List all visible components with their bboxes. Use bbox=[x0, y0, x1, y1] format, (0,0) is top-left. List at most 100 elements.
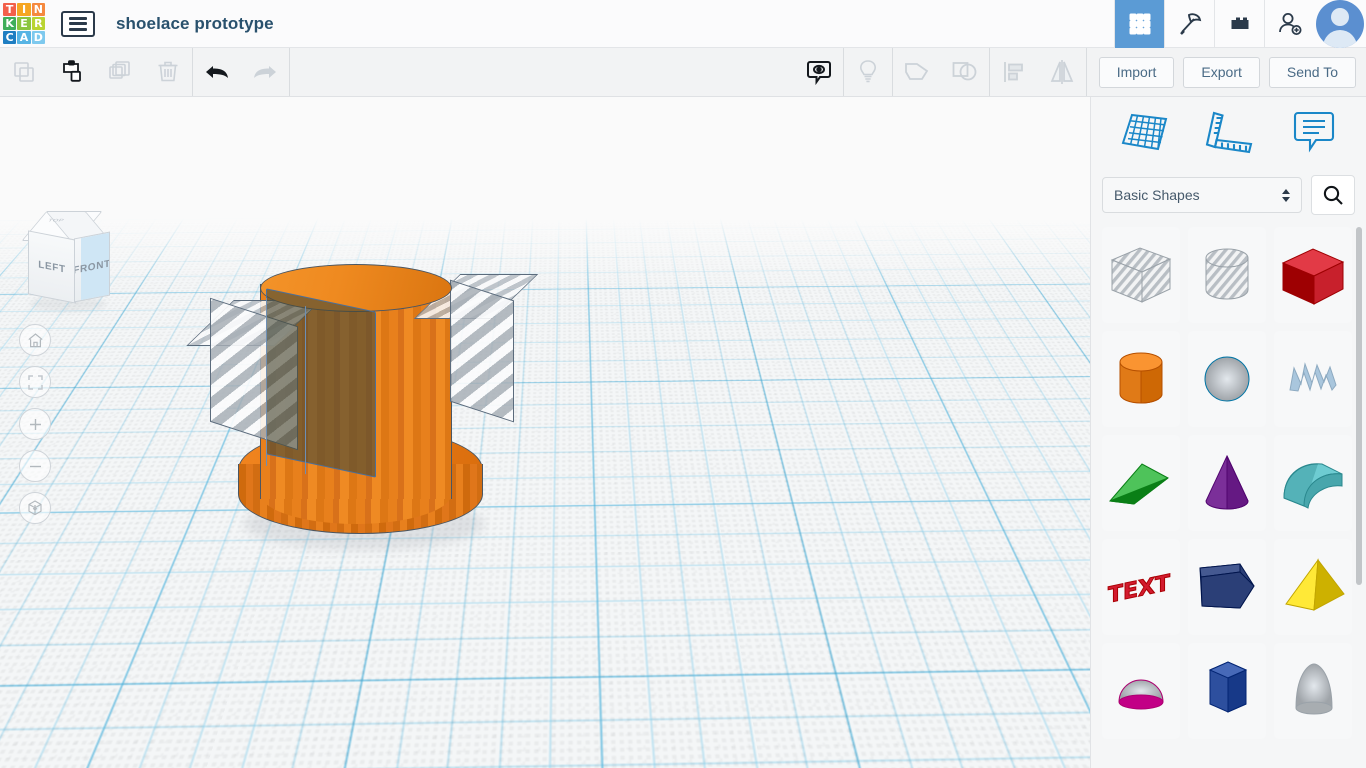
view-cube-face-left[interactable]: LEFT bbox=[28, 230, 76, 304]
svg-text:TEXT: TEXT bbox=[1108, 570, 1171, 609]
shape-category-select[interactable]: Basic Shapes bbox=[1102, 177, 1302, 213]
panel-collapse-button[interactable]: ❯ bbox=[1074, 513, 1090, 549]
mirror-icon[interactable] bbox=[1038, 48, 1086, 96]
snap-grid-select[interactable]: 1/8 in bbox=[1006, 731, 1080, 756]
logo-tile-e: E bbox=[17, 16, 31, 31]
file-actions: Import Export Send To bbox=[1087, 48, 1366, 96]
panel-tab-bar bbox=[1091, 97, 1366, 167]
view-cube-top-label: TOP bbox=[46, 218, 66, 223]
chevron-updown-icon bbox=[1282, 188, 1290, 202]
copy-icon[interactable] bbox=[0, 48, 48, 96]
group-icon[interactable] bbox=[893, 48, 941, 96]
export-button[interactable]: Export bbox=[1183, 56, 1260, 88]
snap-grid-label: Snap Grid bbox=[938, 736, 997, 751]
shape-hex-prism[interactable] bbox=[1188, 643, 1266, 739]
shapes-panel: Basic Shapes TEXT bbox=[1090, 97, 1366, 768]
zoom-out-icon[interactable] bbox=[19, 450, 51, 482]
snap-grid-value: 1/8 in bbox=[1018, 736, 1050, 751]
workplane-texture bbox=[0, 97, 1090, 165]
workplane-container bbox=[0, 97, 1090, 768]
logo-tile-r: R bbox=[31, 16, 45, 31]
send-to-button[interactable]: Send To bbox=[1268, 56, 1356, 88]
settings-button[interactable]: Settings bbox=[957, 701, 1038, 726]
3d-canvas[interactable]: TOP LEFT FRONT Settings Snap Grid 1/8 in… bbox=[0, 97, 1090, 768]
home-view-icon[interactable] bbox=[19, 324, 51, 356]
shape-grid: TEXT bbox=[1102, 227, 1352, 739]
shape-cylinder-hole[interactable] bbox=[1188, 227, 1266, 323]
shape-roof[interactable] bbox=[1274, 435, 1352, 531]
delete-icon[interactable] bbox=[144, 48, 192, 96]
note-panel-icon[interactable] bbox=[1283, 106, 1345, 158]
brick-icon[interactable] bbox=[1214, 0, 1264, 48]
arrange-tools bbox=[990, 48, 1086, 96]
model-shoelace-prototype[interactable] bbox=[186, 252, 540, 582]
pickaxe-icon[interactable] bbox=[1164, 0, 1214, 48]
fit-to-view-icon[interactable] bbox=[19, 366, 51, 398]
tinkercad-app: TINKERCAD shoelace prototype Import Expo… bbox=[0, 0, 1366, 768]
logo-tile-n: N bbox=[31, 2, 45, 16]
duplicate-icon[interactable] bbox=[96, 48, 144, 96]
shape-cylinder[interactable] bbox=[1102, 331, 1180, 427]
snap-grid-control: Snap Grid 1/8 in bbox=[938, 731, 1080, 756]
add-person-icon[interactable] bbox=[1264, 0, 1314, 48]
align-icon[interactable] bbox=[990, 48, 1038, 96]
view-cube[interactable]: TOP LEFT FRONT bbox=[14, 209, 111, 317]
shape-library[interactable]: TEXT bbox=[1091, 223, 1366, 768]
shape-pyramid[interactable] bbox=[1274, 539, 1352, 635]
logo-tile-d: D bbox=[31, 31, 45, 45]
top-bar: TINKERCAD shoelace prototype bbox=[0, 0, 1366, 48]
group-tools bbox=[893, 48, 989, 96]
gallery-grid-icon[interactable] bbox=[1114, 0, 1164, 48]
shape-box-hole[interactable] bbox=[1102, 227, 1180, 323]
edit-toolbar: Import Export Send To bbox=[0, 48, 1366, 97]
file-menu-button[interactable] bbox=[61, 10, 95, 37]
user-avatar-image bbox=[1316, 0, 1364, 48]
tinkercad-logo[interactable]: TINKERCAD bbox=[0, 0, 48, 48]
shape-library-scrollbar[interactable] bbox=[1356, 227, 1362, 585]
search-button[interactable] bbox=[1311, 175, 1355, 215]
shape-scribble[interactable] bbox=[1274, 331, 1352, 427]
history-tools bbox=[193, 48, 289, 96]
ungroup-icon[interactable] bbox=[941, 48, 989, 96]
perspective-toggle-icon[interactable] bbox=[19, 492, 51, 524]
annotation-tools bbox=[795, 48, 892, 96]
import-button[interactable]: Import bbox=[1098, 56, 1175, 88]
shape-wedge[interactable] bbox=[1102, 435, 1180, 531]
undo-icon[interactable] bbox=[193, 48, 241, 96]
view-cube-left-label: LEFT bbox=[38, 258, 66, 276]
shape-half-sphere[interactable] bbox=[1102, 643, 1180, 739]
logo-tile-t: T bbox=[3, 2, 17, 16]
logo-tile-i: I bbox=[17, 2, 31, 16]
lightbulb-icon[interactable] bbox=[844, 48, 892, 96]
navigation-controls bbox=[19, 324, 51, 524]
view-cube-face-front[interactable]: FRONT bbox=[74, 231, 110, 303]
logo-tile-a: A bbox=[17, 31, 31, 45]
workplane-grid bbox=[0, 97, 1090, 165]
shape-paraboloid[interactable] bbox=[1274, 643, 1352, 739]
caret-up-icon bbox=[1063, 741, 1071, 746]
zoom-in-icon[interactable] bbox=[19, 408, 51, 440]
shape-category-row: Basic Shapes bbox=[1091, 167, 1366, 223]
page-title: shoelace prototype bbox=[116, 13, 274, 33]
ruler-icon[interactable] bbox=[1198, 106, 1260, 158]
shape-cone[interactable] bbox=[1188, 435, 1266, 531]
redo-icon[interactable] bbox=[241, 48, 289, 96]
list-menu-icon bbox=[69, 16, 87, 31]
logo-tile-k: K bbox=[3, 16, 17, 31]
clipboard-tools bbox=[0, 48, 192, 96]
paste-icon[interactable] bbox=[48, 48, 96, 96]
shape-box[interactable] bbox=[1274, 227, 1352, 323]
workspace: TOP LEFT FRONT Settings Snap Grid 1/8 in… bbox=[0, 97, 1366, 768]
shape-category-value: Basic Shapes bbox=[1114, 187, 1200, 203]
top-bar-actions bbox=[1114, 0, 1366, 48]
note-icon[interactable] bbox=[795, 48, 843, 96]
shape-text[interactable]: TEXT bbox=[1102, 539, 1180, 635]
hole-box-front-edge bbox=[266, 297, 306, 475]
shape-polygon-arrow[interactable] bbox=[1188, 539, 1266, 635]
avatar[interactable] bbox=[1314, 0, 1366, 48]
logo-tile-c: C bbox=[3, 31, 17, 45]
workplane-icon[interactable] bbox=[1113, 106, 1175, 158]
shape-sphere[interactable] bbox=[1188, 331, 1266, 427]
hole-box-right-face bbox=[450, 279, 514, 423]
